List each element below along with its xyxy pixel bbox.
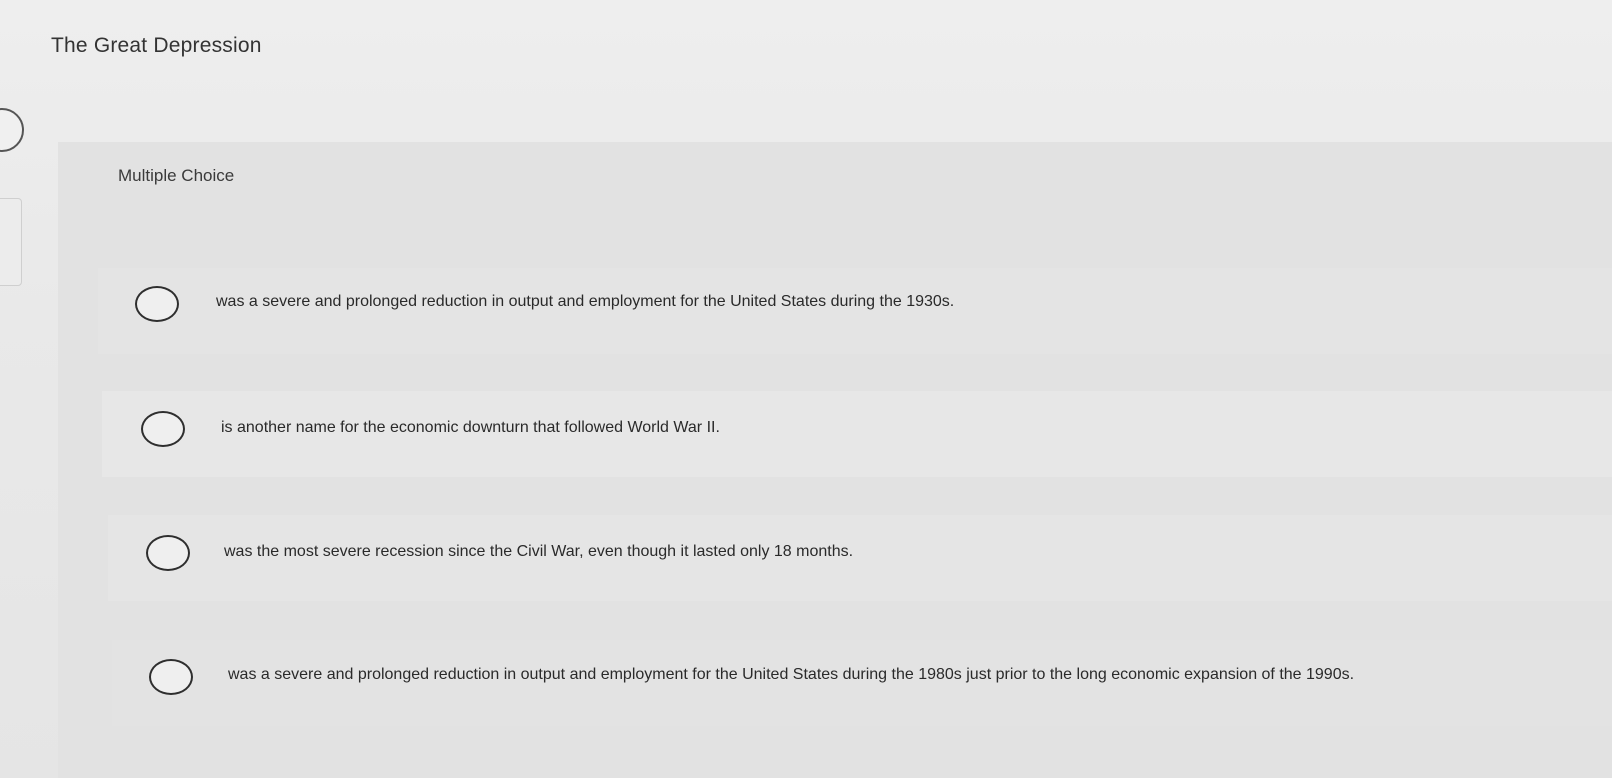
answer-choice-4[interactable]: was a severe and prolonged reduction in … xyxy=(112,640,1612,726)
answer-choice-1[interactable]: was a severe and prolonged reduction in … xyxy=(98,268,1612,354)
radio-button-icon[interactable] xyxy=(146,535,190,571)
quiz-page: The Great Depression Multiple Choice was… xyxy=(0,0,1612,778)
answer-choice-text[interactable]: was a severe and prolonged reduction in … xyxy=(216,293,954,311)
radio-button-icon[interactable] xyxy=(149,659,193,695)
answer-choice-3[interactable]: was the most severe recession since the … xyxy=(108,515,1612,601)
side-nav-circle[interactable] xyxy=(0,108,24,152)
radio-button-icon[interactable] xyxy=(135,286,179,322)
answer-choice-text[interactable]: is another name for the economic downtur… xyxy=(221,419,720,437)
answer-choice-text[interactable]: was the most severe recession since the … xyxy=(224,543,853,561)
answer-choice-text[interactable]: was a severe and prolonged reduction in … xyxy=(228,666,1354,684)
answer-choice-2[interactable]: is another name for the economic downtur… xyxy=(102,391,1612,477)
radio-button-icon[interactable] xyxy=(141,411,185,447)
question-type-label: Multiple Choice xyxy=(118,166,235,185)
page-title: The Great Depression xyxy=(51,34,262,57)
side-nav-tab[interactable] xyxy=(0,198,22,286)
